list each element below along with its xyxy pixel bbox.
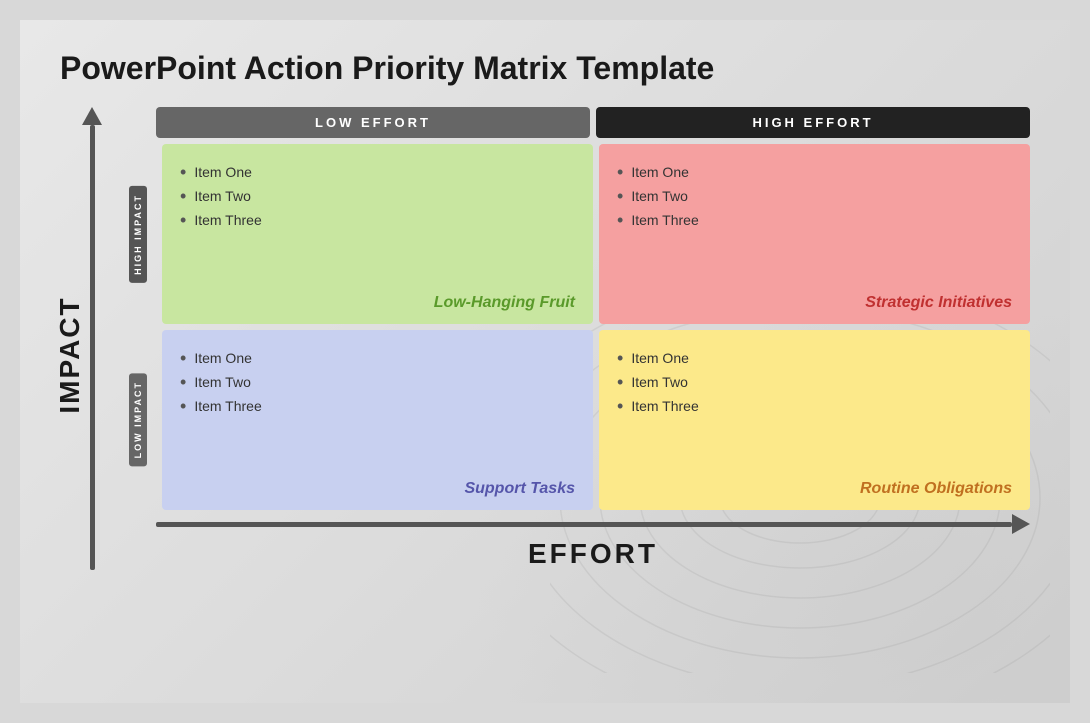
list-item: Item One [617,346,1012,370]
list-item: Item One [180,160,575,184]
x-axis-arrow [156,514,1030,534]
low-hanging-fruit-label: Low-Hanging Fruit [434,294,575,312]
page-title: PowerPoint Action Priority Matrix Templa… [60,50,1030,87]
routine-obligations-list: Item One Item Two Item Three [617,346,1012,418]
support-tasks-list: Item One Item Two Item Three [180,346,575,418]
routine-obligations-label: Routine Obligations [860,480,1012,498]
list-item: Item One [617,160,1012,184]
list-item: Item Two [617,370,1012,394]
list-item: Item Three [180,208,575,232]
low-impact-label-area: LOW IMPACT [120,330,156,510]
high-impact-label-area: HIGH IMPACT [120,144,156,324]
slide: PowerPoint Action Priority Matrix Templa… [20,20,1070,703]
high-impact-row: HIGH IMPACT Item One Item Two Item Three… [120,144,1030,324]
grid-rows: HIGH IMPACT Item One Item Two Item Three… [120,144,1030,510]
column-headers: LOW EFFORT HIGH EFFORT [156,107,1030,138]
quadrant-low-hanging-fruit: Item One Item Two Item Three Low-Hanging… [162,144,593,324]
list-item: Item Two [617,184,1012,208]
y-axis-area: IMPACT [60,107,120,570]
matrix-main: LOW EFFORT HIGH EFFORT HIGH IMPACT Item … [120,107,1030,570]
quadrant-strategic-initiatives: Item One Item Two Item Three Strategic I… [599,144,1030,324]
low-hanging-fruit-list: Item One Item Two Item Three [180,160,575,232]
list-item: Item One [180,346,575,370]
x-axis-label: EFFORT [528,538,658,570]
col-header-high-effort: HIGH EFFORT [596,107,1030,138]
quadrant-support-tasks: Item One Item Two Item Three Support Tas… [162,330,593,510]
list-item: Item Two [180,184,575,208]
matrix-container: IMPACT LOW EFFORT HIGH EFFORT HIGH IMPAC… [60,107,1030,570]
y-arrow-line [90,125,95,570]
list-item: Item Three [180,394,575,418]
low-impact-row: LOW IMPACT Item One Item Two Item Three … [120,330,1030,510]
low-impact-label: LOW IMPACT [129,373,147,466]
quadrant-routine-obligations: Item One Item Two Item Three Routine Obl… [599,330,1030,510]
strategic-initiatives-label: Strategic Initiatives [865,294,1012,312]
col-header-low-effort: LOW EFFORT [156,107,590,138]
list-item: Item Two [180,370,575,394]
list-item: Item Three [617,394,1012,418]
list-item: Item Three [617,208,1012,232]
x-arrow-line [156,522,1012,527]
y-axis-label: IMPACT [54,296,86,413]
x-arrow-head [1012,514,1030,534]
x-axis-area: EFFORT [156,514,1030,570]
high-impact-label: HIGH IMPACT [129,186,147,283]
y-arrow-head [82,107,102,125]
support-tasks-label: Support Tasks [464,480,575,498]
strategic-initiatives-list: Item One Item Two Item Three [617,160,1012,232]
